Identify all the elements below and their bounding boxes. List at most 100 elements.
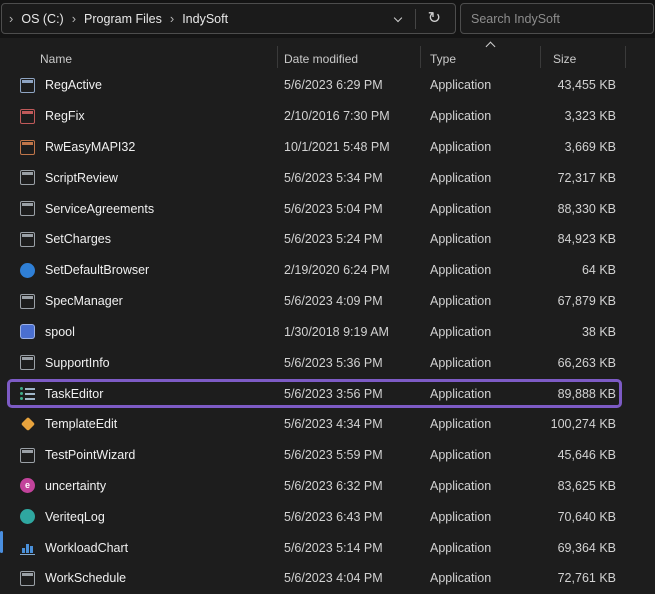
file-type: Application (420, 387, 540, 401)
file-name-cell: SetCharges (0, 232, 277, 247)
file-date-modified: 5/6/2023 3:56 PM (277, 387, 420, 401)
file-type: Application (420, 171, 540, 185)
file-row[interactable]: RwEasyMAPI3210/1/2021 5:48 PMApplication… (0, 132, 655, 163)
file-type: Application (420, 417, 540, 431)
file-name: RegFix (45, 109, 85, 123)
file-type: Application (420, 356, 540, 370)
file-row[interactable]: WorkSchedule5/6/2023 4:04 PMApplication7… (0, 563, 655, 594)
file-date-modified: 5/6/2023 5:04 PM (277, 202, 420, 216)
column-separator (625, 46, 626, 68)
regactive-app-icon (20, 78, 35, 93)
file-type: Application (420, 510, 540, 524)
file-name-cell: WorkloadChart (0, 540, 277, 555)
file-type: Application (420, 479, 540, 493)
file-type: Application (420, 202, 540, 216)
file-row[interactable]: RegActive5/6/2023 6:29 PMApplication43,4… (0, 70, 655, 101)
file-type: Application (420, 109, 540, 123)
file-name: SetCharges (45, 232, 111, 246)
breadcrumb-program-files[interactable]: Program Files (77, 9, 169, 29)
uncertainty-app-icon: e (20, 478, 35, 493)
file-size: 84,923 KB (540, 232, 625, 246)
file-date-modified: 5/6/2023 5:59 PM (277, 448, 420, 462)
file-date-modified: 5/6/2023 4:04 PM (277, 571, 420, 585)
column-header-date-modified[interactable]: Date modified (277, 38, 420, 70)
file-size: 83,625 KB (540, 479, 625, 493)
toolbar: › OS (C:) › Program Files › IndySoft ↻ (0, 0, 655, 38)
address-dropdown-chevron-icon[interactable] (393, 13, 401, 21)
column-header-type[interactable]: Type (420, 38, 540, 70)
file-size: 43,455 KB (540, 78, 625, 92)
file-row[interactable]: SupportInfo 5/6/2023 5:36 PMApplication66… (0, 347, 655, 378)
file-name-cell: RegFix (0, 109, 277, 124)
file-name-cell: ServiceAgreements (0, 201, 277, 216)
testpointwizard-app-icon (20, 448, 35, 463)
column-header-row: Name Date modified Type Size (0, 38, 655, 70)
sort-ascending-icon (486, 42, 496, 52)
file-row[interactable]: euncertainty5/6/2023 6:32 PMApplication8… (0, 471, 655, 502)
file-date-modified: 5/6/2023 5:24 PM (277, 232, 420, 246)
file-name: TemplateEdit (45, 417, 117, 431)
column-header-name[interactable]: Name (0, 38, 277, 70)
file-name-cell: RegActive (0, 78, 277, 93)
file-type: Application (420, 78, 540, 92)
file-size: 66,263 KB (540, 356, 625, 370)
file-name: RwEasyMAPI32 (45, 140, 135, 154)
file-type: Application (420, 325, 540, 339)
file-size: 70,640 KB (540, 510, 625, 524)
file-date-modified: 5/6/2023 5:14 PM (277, 541, 420, 555)
address-bar[interactable]: › OS (C:) › Program Files › IndySoft ↻ (1, 3, 456, 34)
rweasymapi32-app-icon (20, 140, 35, 155)
file-row[interactable]: spool1/30/2018 9:19 AMApplication38 KB (0, 317, 655, 348)
spool-app-icon (20, 324, 35, 339)
file-row[interactable]: SpecManager5/6/2023 4:09 PMApplication67… (0, 286, 655, 317)
file-date-modified: 5/6/2023 4:09 PM (277, 294, 420, 308)
file-size: 69,364 KB (540, 541, 625, 555)
file-type: Application (420, 294, 540, 308)
taskeditor-app-icon (20, 386, 35, 401)
file-name: TaskEditor (45, 387, 103, 401)
supportinfo-app-icon (20, 355, 35, 370)
search-input[interactable] (471, 12, 643, 26)
file-name: uncertainty (45, 479, 106, 493)
file-date-modified: 5/6/2023 5:34 PM (277, 171, 420, 185)
file-row[interactable]: TestPointWizard5/6/2023 5:59 PMApplicati… (0, 440, 655, 471)
file-size: 89,888 KB (540, 387, 625, 401)
file-date-modified: 5/6/2023 6:29 PM (277, 78, 420, 92)
file-row[interactable]: ServiceAgreements5/6/2023 5:04 PMApplica… (0, 193, 655, 224)
file-name: ScriptReview (45, 171, 118, 185)
file-row-selected[interactable]: TaskEditor 5/6/2023 3:56 PMApplication89,… (0, 378, 655, 409)
file-date-modified: 2/19/2020 6:24 PM (277, 263, 420, 277)
file-name: SetDefaultBrowser (45, 263, 149, 277)
file-name-cell: SetDefaultBrowser (0, 263, 277, 278)
address-divider (415, 9, 416, 29)
file-name: WorkSchedule (45, 571, 126, 585)
file-date-modified: 5/6/2023 5:36 PM (277, 356, 420, 370)
file-row[interactable]: VeriteqLog5/6/2023 6:43 PMApplication70,… (0, 501, 655, 532)
file-row[interactable]: ScriptReview5/6/2023 5:34 PMApplication7… (0, 162, 655, 193)
scriptreview-app-icon (20, 170, 35, 185)
workschedule-app-icon (20, 571, 35, 586)
regfix-app-icon (20, 109, 35, 124)
breadcrumb-indysoft[interactable]: IndySoft (175, 9, 235, 29)
search-box[interactable] (460, 3, 654, 34)
file-size: 45,646 KB (540, 448, 625, 462)
file-row[interactable]: RegFix2/10/2016 7:30 PMApplication3,323 … (0, 101, 655, 132)
file-row[interactable]: WorkloadChart5/6/2023 5:14 PMApplication… (0, 532, 655, 563)
file-row[interactable]: SetDefaultBrowser2/19/2020 6:24 PMApplic… (0, 255, 655, 286)
breadcrumb-drive[interactable]: OS (C:) (14, 9, 70, 29)
refresh-icon[interactable]: ↻ (420, 11, 449, 27)
specmanager-app-icon (20, 294, 35, 309)
file-size: 38 KB (540, 325, 625, 339)
file-name-cell: SupportInfo (0, 355, 277, 370)
file-name: TestPointWizard (45, 448, 135, 462)
file-name-cell: TemplateEdit (0, 417, 277, 432)
file-row[interactable]: TemplateEdit5/6/2023 4:34 PMApplication1… (0, 409, 655, 440)
file-name: WorkloadChart (45, 541, 128, 555)
file-row[interactable]: SetCharges5/6/2023 5:24 PMApplication84,… (0, 224, 655, 255)
column-header-size[interactable]: Size (540, 38, 625, 70)
file-date-modified: 1/30/2018 9:19 AM (277, 325, 420, 339)
file-name: VeriteqLog (45, 510, 105, 524)
file-name: SpecManager (45, 294, 123, 308)
file-name: SupportInfo (45, 356, 110, 370)
column-separator (277, 46, 278, 68)
